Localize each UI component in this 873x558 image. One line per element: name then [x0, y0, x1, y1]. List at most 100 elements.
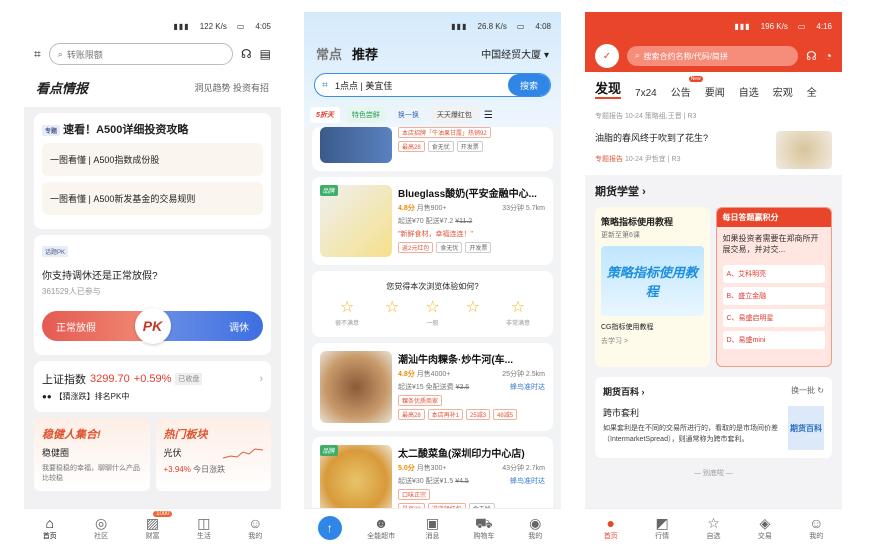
tab-community[interactable]: ◎ 社区	[81, 515, 121, 541]
shop-image	[320, 351, 392, 423]
chip[interactable]: 天天爆红包	[430, 107, 478, 123]
article-title[interactable]: 油脂的春风终于吹到了花生?	[595, 131, 770, 144]
topic-title[interactable]: 速看！A500详细投资攻略	[63, 124, 188, 136]
search-input[interactable]: 1点点 | 美宜佳	[335, 79, 508, 92]
tab-watchlist[interactable]: ☆ 自选	[693, 515, 733, 541]
article-item[interactable]: 专题报告 10-24 策略组,王晋 | R3 油脂的春风终于吹到了花生? 专题报…	[585, 105, 842, 175]
tab-profile[interactable]: ☺ 我的	[235, 515, 275, 541]
index-state: 已收盘	[175, 373, 203, 385]
trend-line-icon	[223, 448, 263, 459]
location-selector[interactable]: 中国经贸大厦 ▾	[481, 46, 549, 61]
profile-icon: ◉	[529, 514, 542, 531]
shop-card-partial[interactable]: 本店招牌「牛油果甘露」热销92 最高28 食无忧 开发票	[312, 127, 553, 171]
star-rating[interactable]: ☆	[466, 300, 480, 327]
shop-image	[320, 127, 392, 163]
quiz-card[interactable]: 每日答题赢积分 如果投资者需要在郑商所开展交易，并对交... A、艾科明亮 B、…	[715, 207, 832, 367]
star-rating[interactable]: ☆	[385, 300, 399, 327]
quiz-option[interactable]: C、易盛启明星	[722, 309, 825, 327]
chip[interactable]: 换一换	[391, 107, 425, 123]
tab-life[interactable]: ◫ 生活	[184, 515, 224, 541]
tab-more[interactable]: 全	[807, 84, 817, 99]
star-rating[interactable]: ☆ 一般	[425, 300, 439, 328]
phone-food-app: ▮▮▮ 26.8 K/s ▭ 4:08 常点 推荐 中国经贸大厦 ▾ ⌗ 1点点…	[304, 12, 561, 546]
hot-sector-box[interactable]: 热门板块 光伏 +3.94% 今日涨跌	[155, 418, 271, 491]
steady-box[interactable]: 稳健人集合! 稳健圈 我要稳稳的幸福，聊聊什么产品比较稳	[34, 418, 150, 491]
star-rating[interactable]: ☆ 很不满意	[335, 300, 359, 328]
index-card[interactable]: 上证指数 3299.70 +0.59% 已收盘 › ●● 【猜涨跌】排名PK中	[34, 361, 271, 412]
section-title[interactable]: 期货学堂 ›	[585, 175, 842, 207]
pk-badge: PK	[134, 308, 171, 344]
tab-market[interactable]: ◩ 行情	[642, 515, 682, 541]
home-icon: ⌂	[45, 514, 54, 531]
topic-card[interactable]: 专题 速看！A500详细投资攻略 一图看懂 | A500指数成份股 一图看懂 |…	[34, 113, 271, 229]
tab-notice[interactable]: 公告 New	[671, 76, 703, 99]
scan-icon[interactable]: ⌗	[315, 80, 335, 91]
quiz-option[interactable]: B、盛立金融	[722, 287, 825, 305]
encyclopedia-title[interactable]: 期货百科 ›	[603, 385, 645, 398]
chat-icon[interactable]: ◔	[825, 49, 832, 63]
net-speed: 122 K/s	[199, 21, 227, 31]
chip[interactable]: 特色尝鲜	[345, 107, 386, 123]
menu-icon[interactable]: ☰	[484, 110, 493, 121]
tab-profile[interactable]: ☺ 我的	[796, 515, 836, 541]
topic-item[interactable]: 一图看懂 | A500指数成份股	[42, 143, 263, 176]
topic-item[interactable]: 一图看懂 | A500新发基金的交易规则	[42, 182, 263, 215]
section-subtitle[interactable]: 洞见趋势 投资有招	[194, 81, 269, 94]
headset-icon[interactable]: ☊	[241, 47, 252, 61]
shop-card[interactable]: 潮汕牛肉粿条·炒牛河(车... 4.8分 月售4000+ 25分钟 2.5km …	[312, 343, 553, 431]
tab-discover[interactable]: 发现	[595, 78, 622, 99]
star-rating[interactable]: ☆ 非常满意	[506, 299, 530, 328]
index-name: 上证指数	[42, 374, 86, 386]
headset-icon[interactable]: ☊	[806, 49, 817, 63]
trade-icon: ◈	[759, 514, 771, 531]
chip[interactable]: 5折天	[310, 107, 340, 123]
tutorial-card[interactable]: 策略指标使用教程 更新至第6课 策略指标使用教程 CG指标使用教程 去学习 >	[595, 207, 710, 367]
tab-recommend[interactable]: 推荐	[352, 44, 378, 63]
login-logo[interactable]: ✓	[595, 44, 619, 68]
star-icon: ☆	[384, 299, 400, 316]
chip-row: 5折天 特色尝鲜 换一换 天天爆红包 ☰	[304, 103, 561, 127]
search-input[interactable]: ⌕ 搜索合约名称/代码/简拼	[627, 46, 799, 66]
scan-icon[interactable]: ⌗	[34, 47, 41, 62]
search-bar[interactable]: ⌗ 1点点 | 美宜佳 搜索	[314, 73, 551, 97]
tab-724[interactable]: 7x24	[635, 88, 657, 99]
tab-home[interactable]: ● 首页	[591, 515, 631, 541]
quiz-option[interactable]: D、易盛mini	[722, 331, 825, 349]
tab-home[interactable]: ⌂ 首页	[30, 515, 70, 541]
learn-link[interactable]: 去学习 >	[595, 332, 710, 350]
section-header: 看点情报 洞见趋势 投资有招	[24, 68, 281, 107]
profile-icon: ☺	[809, 514, 824, 531]
tab-profile[interactable]: ◉ 我的	[515, 515, 555, 541]
message-icon[interactable]: ▤	[260, 47, 271, 61]
tab-supermarket[interactable]: ☻ 全能超市	[361, 515, 401, 541]
status-bar: ▮▮▮ 26.8 K/s ▭ 4:08	[451, 21, 551, 31]
community-icon: ◎	[94, 514, 108, 531]
shop-card[interactable]: 品牌 Blueglass酸奶(平安金融中心... 4.8分 月售900+ 33分…	[312, 177, 553, 265]
mini-boxes: 稳健人集合! 稳健圈 我要稳稳的幸福，聊聊什么产品比较稳 热门板块 光伏 +3.…	[34, 418, 271, 491]
search-input[interactable]: ⌕ 转账限额	[48, 43, 233, 65]
signal-icon: ▮▮▮	[734, 21, 751, 31]
bottom-hint: — 别底啦 —	[694, 470, 733, 477]
learning-cards: 策略指标使用教程 更新至第6课 策略指标使用教程 CG指标使用教程 去学习 > …	[585, 207, 842, 367]
tab-message[interactable]: ▣ 消息	[412, 515, 452, 541]
tab-trade[interactable]: ◈ 交易	[745, 515, 785, 541]
tab-up[interactable]: ↑	[310, 515, 350, 540]
tab-watchlist[interactable]: 自选	[739, 84, 759, 99]
tab-macro[interactable]: 宏观	[773, 84, 793, 99]
tab-bar: ↑ ☻ 全能超市 ▣ 消息 ⛟ 购物车 ◉ 我的	[304, 508, 561, 546]
index-rank: 【猜涨跌】排名PK中	[54, 392, 130, 401]
category-tabs: 发现 7x24 公告 New 要闻 自选 宏观 全	[585, 72, 842, 105]
refresh-button[interactable]: 换一批 ↻	[791, 385, 824, 398]
tab-cart[interactable]: ⛟ 购物车	[464, 515, 504, 541]
tab-wealth[interactable]: ▨ 财富 1000	[132, 510, 173, 541]
topic-tag: 专题	[42, 124, 61, 136]
quiz-option[interactable]: A、艾科明亮	[722, 265, 825, 283]
phone-futures-app: ▮▮▮ 196 K/s ▭ 4:16 ✓ ⌕ 搜索合约名称/代码/简拼 ☊ ◔ …	[585, 12, 842, 546]
header: ▮▮▮ 196 K/s ▭ 4:16 ✓ ⌕ 搜索合约名称/代码/简拼 ☊ ◔	[585, 12, 842, 72]
star-icon: ☆	[510, 299, 526, 316]
search-button[interactable]: 搜索	[507, 74, 550, 96]
tab-news[interactable]: 要闻	[705, 84, 725, 99]
life-icon: ◫	[197, 514, 211, 531]
tab-frequent[interactable]: 常点	[316, 44, 342, 63]
clock: 4:05	[255, 21, 271, 31]
